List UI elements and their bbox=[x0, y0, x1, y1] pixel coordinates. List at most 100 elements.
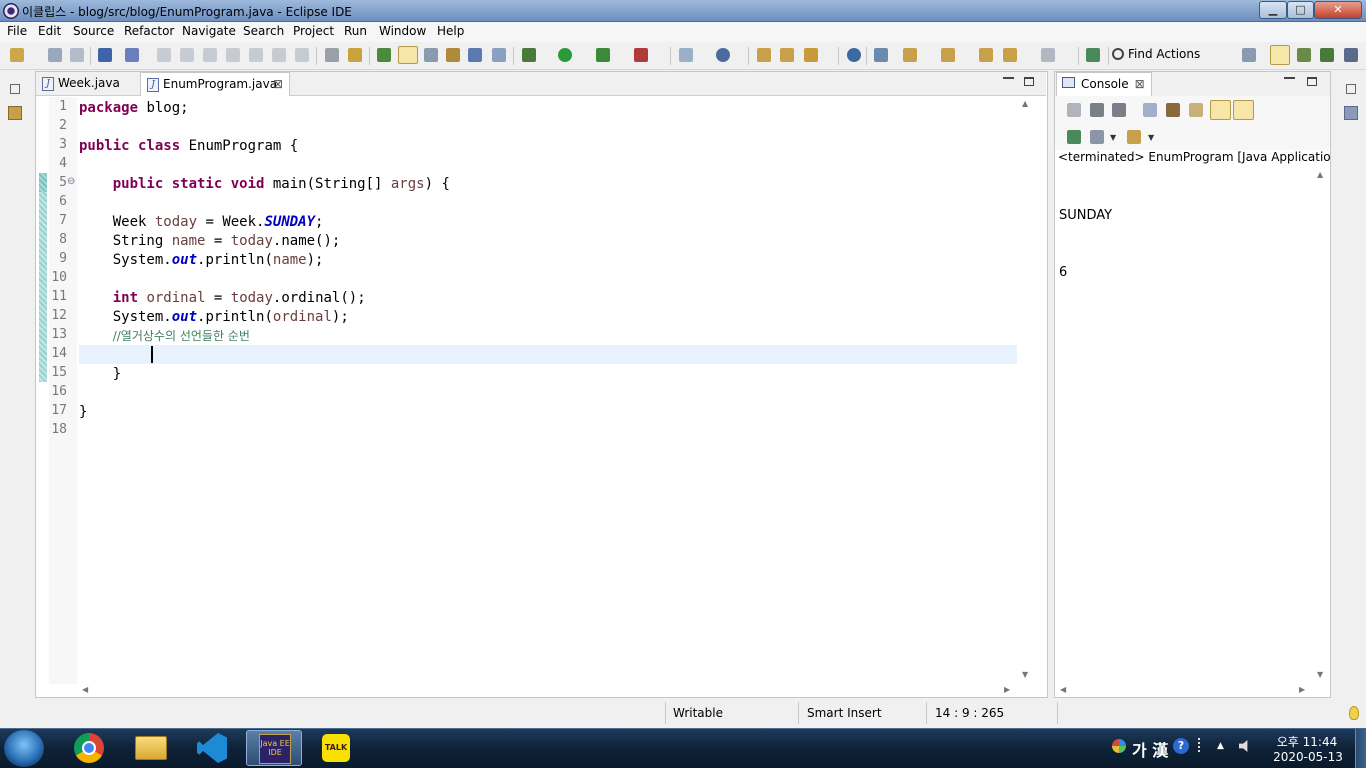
scroll-lock-icon[interactable] bbox=[1166, 103, 1180, 117]
status-cursor-position[interactable]: 14 : 9 : 265 bbox=[935, 706, 1004, 720]
stop-icon[interactable] bbox=[203, 48, 217, 62]
taskbar-vscode[interactable] bbox=[185, 730, 241, 766]
debug-perspective-icon[interactable] bbox=[1320, 48, 1334, 62]
open-console-icon[interactable] bbox=[1127, 130, 1141, 144]
drop-to-frame-icon[interactable] bbox=[325, 48, 339, 62]
restore-icon[interactable] bbox=[10, 84, 20, 94]
minimize-console-icon[interactable] bbox=[1284, 77, 1295, 79]
show-hidden-icons-icon[interactable]: ▲ bbox=[1217, 741, 1224, 751]
search-icon[interactable] bbox=[1112, 48, 1124, 60]
clear-console-icon[interactable] bbox=[1143, 103, 1157, 117]
taskbar-eclipse[interactable]: Java EE IDE bbox=[246, 730, 302, 766]
ime-options-icon[interactable] bbox=[1198, 738, 1206, 752]
scroll-left-icon[interactable]: ◀ bbox=[1060, 685, 1066, 694]
scroll-up-icon[interactable]: ▲ bbox=[1317, 170, 1323, 179]
maximize-console-icon[interactable] bbox=[1307, 77, 1317, 86]
scroll-left-icon[interactable]: ◀ bbox=[82, 685, 88, 694]
close-tab-icon[interactable]: ⊠ bbox=[273, 73, 283, 96]
display-selected-console-icon[interactable] bbox=[1090, 130, 1104, 144]
use-step-filters-icon[interactable] bbox=[348, 48, 362, 62]
menu-source[interactable]: Source bbox=[73, 24, 114, 38]
menu-refactor[interactable]: Refactor bbox=[124, 24, 174, 38]
menu-file[interactable]: File bbox=[7, 24, 27, 38]
back-icon[interactable] bbox=[1003, 48, 1017, 62]
scroll-down-icon[interactable]: ▼ bbox=[1022, 670, 1028, 679]
open-resource-icon[interactable] bbox=[780, 48, 794, 62]
show-whitespace-icon[interactable] bbox=[446, 48, 460, 62]
new-java-project-icon[interactable] bbox=[716, 48, 730, 62]
show-desktop-button[interactable] bbox=[1355, 729, 1366, 768]
terminal-icon[interactable] bbox=[98, 48, 112, 62]
skip-breakpoints-icon[interactable] bbox=[125, 48, 139, 62]
next-annotation-icon[interactable] bbox=[903, 48, 917, 62]
open-perspective-icon[interactable] bbox=[1242, 48, 1256, 62]
chevron-down-icon[interactable]: ▼ bbox=[1110, 133, 1116, 142]
clock-date[interactable]: 2020-05-13 bbox=[1266, 750, 1350, 764]
scroll-right-icon[interactable]: ▶ bbox=[1299, 685, 1305, 694]
open-folder-icon[interactable] bbox=[757, 48, 771, 62]
scroll-down-icon[interactable]: ▼ bbox=[1317, 670, 1323, 679]
search-tool-icon[interactable] bbox=[804, 48, 818, 62]
ime-indicator[interactable]: 가 漢 bbox=[1132, 737, 1168, 761]
show-on-stdout-icon[interactable] bbox=[1210, 100, 1231, 120]
disconnect-icon[interactable] bbox=[226, 48, 240, 62]
editor-horizontal-scrollbar[interactable]: ◀ ▶ bbox=[78, 684, 1018, 697]
previous-annotation-icon[interactable] bbox=[941, 48, 955, 62]
step-into-icon[interactable] bbox=[249, 48, 263, 62]
find-actions-button[interactable]: Find Actions bbox=[1128, 47, 1200, 61]
taskbar-chrome[interactable] bbox=[61, 730, 117, 766]
show-on-stderr-icon[interactable] bbox=[1233, 100, 1254, 120]
save-all-icon[interactable] bbox=[70, 48, 84, 62]
help-icon[interactable]: ? bbox=[1173, 738, 1189, 754]
step-return-icon[interactable] bbox=[295, 48, 309, 62]
terminate-icon[interactable] bbox=[1067, 103, 1081, 117]
minimize-button[interactable]: ▁ bbox=[1259, 1, 1287, 19]
console-output[interactable]: SUNDAY 6 bbox=[1059, 168, 1309, 301]
forward-icon[interactable] bbox=[1041, 48, 1055, 62]
annotation-icon[interactable] bbox=[874, 48, 888, 62]
status-insert-mode[interactable]: Smart Insert bbox=[807, 706, 882, 720]
console-vertical-scrollbar[interactable]: ▲ ▼ bbox=[1313, 168, 1329, 684]
close-button[interactable]: ✕ bbox=[1314, 1, 1362, 19]
save-icon[interactable] bbox=[48, 48, 62, 62]
coverage-icon[interactable] bbox=[596, 48, 610, 62]
menu-edit[interactable]: Edit bbox=[38, 24, 61, 38]
last-edit-location-icon[interactable] bbox=[979, 48, 993, 62]
taskbar-kakaotalk[interactable]: TALK bbox=[308, 730, 364, 766]
fold-collapse-icon[interactable]: ⊖ bbox=[67, 176, 75, 187]
code-area[interactable]: package blog; public class EnumProgram {… bbox=[79, 97, 1017, 684]
chevron-down-icon[interactable]: ▼ bbox=[1148, 133, 1154, 142]
resume-icon[interactable] bbox=[157, 48, 171, 62]
toggle-mark-occurrences-icon[interactable] bbox=[398, 46, 418, 64]
package-explorer-icon[interactable] bbox=[8, 106, 22, 120]
java-perspective-icon[interactable] bbox=[1297, 48, 1311, 62]
menu-run[interactable]: Run bbox=[344, 24, 367, 38]
remove-all-terminated-icon[interactable] bbox=[1112, 103, 1126, 117]
menu-navigate[interactable]: Navigate bbox=[182, 24, 236, 38]
remove-launch-icon[interactable] bbox=[1090, 103, 1104, 117]
step-over-icon[interactable] bbox=[272, 48, 286, 62]
outline-view-icon[interactable] bbox=[1344, 106, 1358, 120]
language-bar-icon[interactable] bbox=[1112, 739, 1126, 753]
word-wrap-icon[interactable] bbox=[468, 48, 482, 62]
new-server-icon[interactable] bbox=[679, 48, 693, 62]
debug-icon[interactable] bbox=[522, 48, 536, 62]
tab-enumprogram-java[interactable]: J EnumProgram.java ⊠ bbox=[140, 72, 290, 96]
restore-icon[interactable] bbox=[1346, 84, 1356, 94]
editor-vertical-scrollbar[interactable]: ▲ ▼ bbox=[1018, 97, 1034, 684]
globe-icon[interactable] bbox=[847, 48, 861, 62]
external-tools-icon[interactable] bbox=[634, 48, 648, 62]
start-button[interactable] bbox=[4, 730, 44, 767]
scroll-up-icon[interactable]: ▲ bbox=[1022, 99, 1028, 108]
word-wrap-icon[interactable] bbox=[1189, 103, 1203, 117]
console-horizontal-scrollbar[interactable]: ◀ ▶ bbox=[1056, 684, 1313, 697]
new-icon[interactable] bbox=[10, 48, 24, 62]
pin-console-icon[interactable] bbox=[1067, 130, 1081, 144]
menu-project[interactable]: Project bbox=[293, 24, 334, 38]
java-ee-perspective-icon[interactable] bbox=[1270, 45, 1290, 65]
tab-week-java[interactable]: J Week.java bbox=[36, 72, 140, 96]
pin-editor-icon[interactable] bbox=[1086, 48, 1100, 62]
pilcrow-icon[interactable] bbox=[492, 48, 506, 62]
maximize-button[interactable]: □ bbox=[1287, 1, 1314, 19]
toggle-block-selection-icon[interactable] bbox=[424, 48, 438, 62]
